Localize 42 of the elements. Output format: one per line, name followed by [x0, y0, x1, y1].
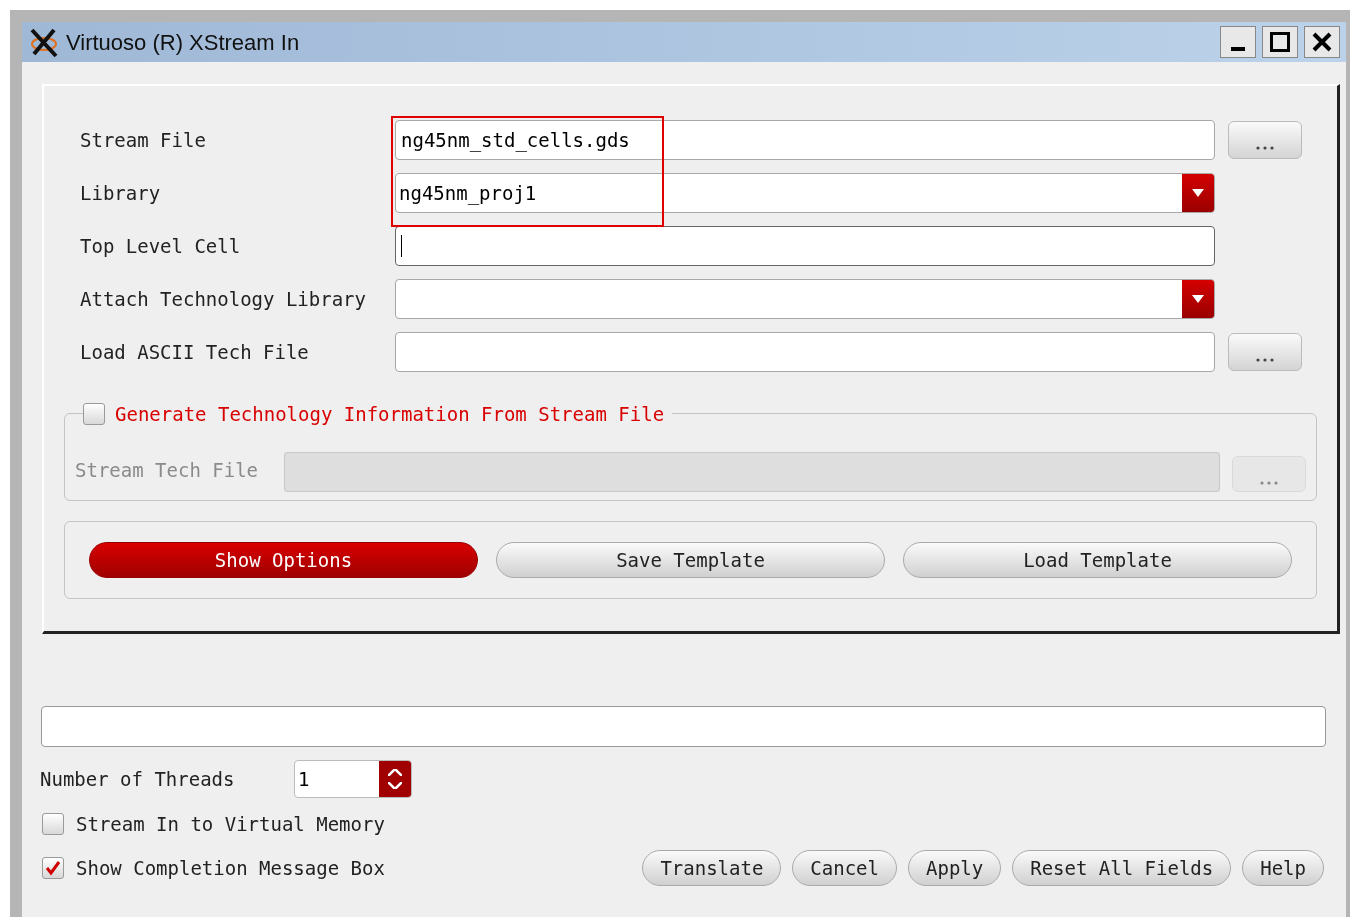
close-icon — [1312, 32, 1332, 52]
close-button[interactable] — [1304, 26, 1340, 58]
app-logo-icon — [28, 26, 60, 58]
field-label: Stream File — [79, 127, 207, 153]
checkbox-label: Show Completion Message Box — [76, 855, 385, 881]
dropdown-value: ng45nm_proj1 — [398, 180, 538, 207]
dialog-button[interactable]: Reset All Fields — [1012, 850, 1232, 886]
dots-icon — [1256, 146, 1274, 150]
option-button[interactable]: Load Template — [903, 542, 1292, 578]
minimize-icon — [1231, 47, 1245, 51]
field-label: Load ASCII Tech File — [79, 339, 310, 365]
text-cursor — [401, 235, 402, 257]
field-label: Number of Threads — [40, 766, 236, 792]
group-title: Generate Technology Information From Stream File — [115, 402, 665, 427]
option-button[interactable]: Show Options — [89, 542, 478, 578]
number-spinner[interactable]: 1 — [294, 760, 412, 798]
dialog-button[interactable]: Apply — [908, 850, 1002, 886]
dropdown[interactable] — [395, 279, 1215, 319]
dialog-button[interactable]: Cancel — [792, 850, 897, 886]
spinner-arrows[interactable] — [379, 761, 411, 797]
minimize-button[interactable] — [1220, 26, 1256, 58]
dialog-button[interactable]: Translate — [642, 850, 782, 886]
field-label: Top Level Cell — [79, 233, 242, 259]
dots-icon — [1256, 358, 1274, 362]
checkbox[interactable] — [42, 857, 64, 879]
dots-icon — [1260, 481, 1279, 485]
window-title: Virtuoso (R) XStream In — [66, 28, 301, 57]
option-button[interactable]: Save Template — [496, 542, 885, 578]
dropdown[interactable]: ng45nm_proj1 — [395, 173, 1215, 213]
checkbox-label: Stream In to Virtual Memory — [76, 811, 385, 837]
caret-icon — [1192, 189, 1204, 197]
input-field[interactable] — [395, 226, 1215, 266]
field-label: Library — [79, 180, 162, 206]
caret-icon — [1192, 295, 1204, 303]
maximize-icon — [1270, 32, 1290, 52]
field-label: Stream Tech File — [75, 457, 260, 483]
input-field[interactable]: ng45nm_std_cells.gds — [395, 120, 1215, 160]
dialog-button[interactable]: Help — [1242, 850, 1324, 886]
input-field[interactable] — [395, 332, 1215, 372]
field-label: Attach Technology Library — [79, 286, 367, 312]
maximize-button[interactable] — [1262, 26, 1298, 58]
checkbox[interactable] — [42, 813, 64, 835]
